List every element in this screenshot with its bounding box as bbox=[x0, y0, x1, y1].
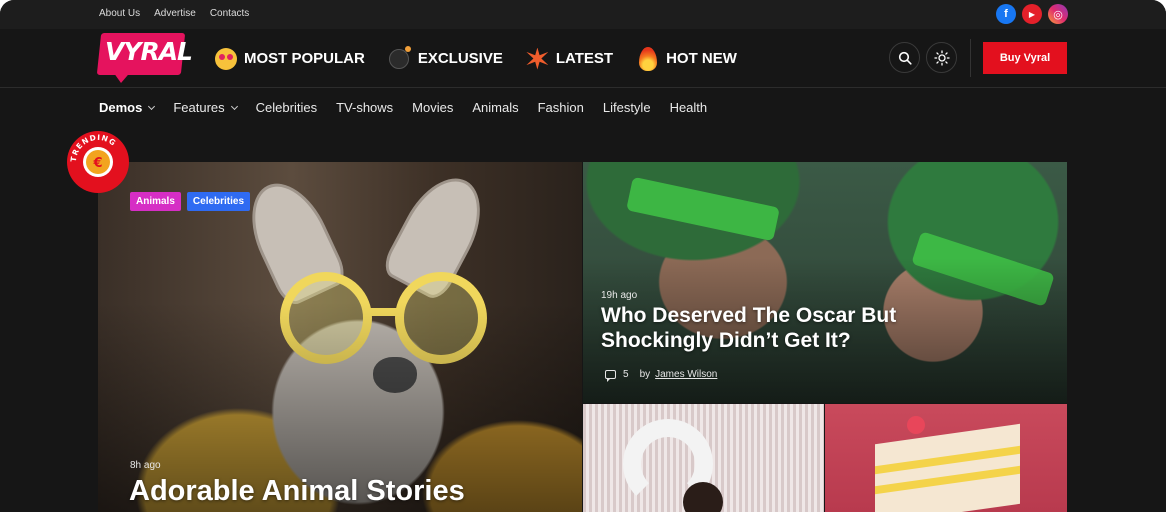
sunglasses-illustration bbox=[626, 176, 780, 242]
subnav-tv-shows[interactable]: TV-shows bbox=[336, 100, 393, 115]
nav-exclusive[interactable]: EXCLUSIVE bbox=[387, 45, 503, 71]
trending-badge: € TRENDING bbox=[67, 131, 129, 193]
cake-illustration bbox=[875, 423, 1020, 512]
post-tags: Animals Celebrities bbox=[130, 192, 251, 211]
bomb-emoji-icon bbox=[387, 45, 412, 71]
post-meta: 5 by James Wilson bbox=[605, 369, 717, 382]
comment-count[interactable]: 5 bbox=[623, 369, 629, 380]
main-nav: MOST POPULAR EXCLUSIVE LATEST HOT NEW bbox=[213, 45, 737, 71]
nav-label: HOT NEW bbox=[666, 50, 737, 67]
post-title[interactable]: Who Deserved The Oscar But Shockingly Di… bbox=[601, 303, 896, 353]
subnav-fashion[interactable]: Fashion bbox=[538, 100, 584, 115]
subnav-health[interactable]: Health bbox=[670, 100, 708, 115]
nav-label: LATEST bbox=[555, 50, 614, 67]
subnav-lifestyle[interactable]: Lifestyle bbox=[603, 100, 651, 115]
theme-toggle-button[interactable] bbox=[926, 42, 957, 73]
top-bar: About Us Advertise Contacts f ▶ ◎ bbox=[0, 0, 1166, 29]
subnav-features[interactable]: Features bbox=[173, 100, 238, 115]
header-divider bbox=[970, 39, 971, 77]
site-logo[interactable]: VYRAL bbox=[96, 33, 193, 83]
about-us-link[interactable]: About Us bbox=[99, 8, 140, 19]
comment-icon bbox=[605, 370, 616, 382]
featured-grid: Animals Celebrities 8h ago Adorable Anim… bbox=[98, 162, 1067, 512]
facebook-icon[interactable]: f bbox=[996, 4, 1016, 24]
social-links: f ▶ ◎ bbox=[996, 4, 1068, 24]
cherry-illustration bbox=[907, 416, 925, 434]
contacts-link[interactable]: Contacts bbox=[210, 8, 249, 19]
subnav-label: Features bbox=[173, 100, 225, 115]
tag-celebrities[interactable]: Celebrities bbox=[186, 192, 251, 211]
featured-post-birthday[interactable] bbox=[583, 404, 824, 512]
site-header: VYRAL MOST POPULAR EXCLUSIVE LATEST HOT … bbox=[0, 29, 1166, 88]
chevron-down-icon bbox=[148, 102, 156, 110]
logo-tail bbox=[111, 69, 133, 83]
post-title[interactable]: Adorable Animal Stories bbox=[129, 474, 465, 509]
top-links: About Us Advertise Contacts bbox=[99, 8, 249, 19]
by-label: by bbox=[639, 369, 651, 380]
person-illustration bbox=[683, 482, 723, 512]
subnav-animals[interactable]: Animals bbox=[472, 100, 518, 115]
post-title-line-2: Shockingly Didn’t Get It? bbox=[601, 329, 851, 353]
logo-text: VYRAL bbox=[105, 37, 193, 66]
search-icon bbox=[898, 51, 912, 65]
fire-emoji-icon bbox=[635, 46, 660, 71]
explosion-emoji-icon bbox=[525, 46, 550, 71]
subnav-label: Demos bbox=[99, 100, 143, 115]
browser-frame: About Us Advertise Contacts f ▶ ◎ VYRAL … bbox=[0, 0, 1166, 512]
subnav-movies[interactable]: Movies bbox=[412, 100, 453, 115]
post-time: 19h ago bbox=[601, 290, 638, 301]
category-nav: Demos Features Celebrities TV-shows Movi… bbox=[99, 100, 707, 115]
search-button[interactable] bbox=[889, 42, 920, 73]
subnav-demos[interactable]: Demos bbox=[99, 100, 156, 115]
svg-text:€: € bbox=[92, 156, 102, 171]
nav-hot-new[interactable]: HOT NEW bbox=[635, 46, 737, 71]
post-title-line-1: Who Deserved The Oscar But bbox=[601, 304, 897, 327]
nav-label: EXCLUSIVE bbox=[417, 50, 503, 67]
post-time: 8h ago bbox=[130, 460, 161, 471]
nav-most-popular[interactable]: MOST POPULAR bbox=[213, 46, 365, 71]
nav-label: MOST POPULAR bbox=[244, 50, 365, 67]
chevron-down-icon bbox=[230, 102, 238, 110]
buy-vyral-button[interactable]: Buy Vyral bbox=[983, 42, 1067, 74]
heart-eyes-emoji-icon bbox=[213, 46, 238, 71]
featured-post-oscar[interactable]: 19h ago Who Deserved The Oscar But Shock… bbox=[583, 162, 1067, 403]
tag-animals[interactable]: Animals bbox=[130, 192, 181, 211]
nav-latest[interactable]: LATEST bbox=[525, 46, 613, 71]
instagram-icon[interactable]: ◎ bbox=[1048, 4, 1068, 24]
featured-post-animal-stories[interactable]: Animals Celebrities 8h ago Adorable Anim… bbox=[98, 162, 582, 512]
subnav-celebrities[interactable]: Celebrities bbox=[256, 100, 317, 115]
author-link[interactable]: James Wilson bbox=[655, 369, 717, 380]
featured-post-cake[interactable] bbox=[825, 404, 1067, 512]
sun-icon bbox=[933, 49, 950, 66]
youtube-icon[interactable]: ▶ bbox=[1022, 4, 1042, 24]
advertise-link[interactable]: Advertise bbox=[154, 8, 196, 19]
